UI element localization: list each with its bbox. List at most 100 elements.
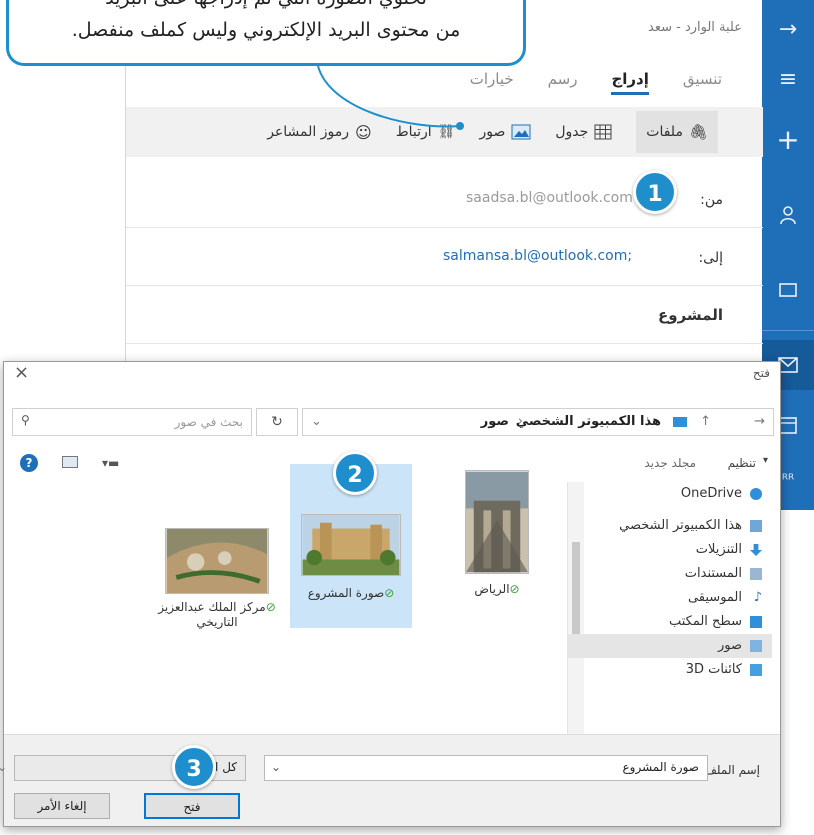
file-name: الرياض bbox=[474, 582, 510, 596]
music-icon: ♪ bbox=[753, 590, 762, 605]
pictures-button[interactable]: صور bbox=[479, 124, 531, 140]
nav-label: OneDrive bbox=[680, 486, 742, 501]
new-folder-button[interactable]: مجلد جديد bbox=[644, 456, 696, 470]
files-button[interactable]: 🖇 ملفات bbox=[636, 111, 718, 153]
nav-label: التنزيلات bbox=[695, 542, 742, 557]
subject-text[interactable]: المشروع bbox=[658, 306, 723, 324]
address-bar[interactable]: → ↑ هذا الكمبيوتر الشخصي ‹ صور ⌄ bbox=[302, 408, 774, 436]
to-value[interactable]: salmansa.bl@outlook.com; bbox=[443, 248, 632, 264]
tab-format[interactable]: تنسيق bbox=[683, 70, 722, 95]
file-king-abdulaziz-center[interactable]: ⊘مركز الملك عبدالعزيز التاريخي bbox=[156, 528, 278, 630]
project-image-thumbnail bbox=[301, 514, 401, 576]
picture-icon bbox=[511, 124, 531, 140]
tab-insert[interactable]: إدراج bbox=[611, 70, 649, 95]
pictures-label: صور bbox=[479, 124, 506, 140]
file-name: مركز الملك عبدالعزيز التاريخي bbox=[158, 600, 266, 629]
menu-icon[interactable]: ≡ bbox=[762, 55, 814, 105]
search-input[interactable]: بحث في صور ⚲ bbox=[12, 408, 252, 436]
nav-item-3d-objects[interactable]: كائنات 3D bbox=[568, 658, 772, 682]
table-label: جدول bbox=[555, 124, 589, 140]
riyadh-thumbnail bbox=[465, 470, 529, 574]
cancel-button[interactable]: إلغاء الأمر bbox=[14, 793, 110, 819]
search-placeholder: بحث في صور bbox=[174, 415, 243, 429]
address-parent[interactable]: هذا الكمبيوتر الشخصي bbox=[516, 414, 661, 429]
organize-menu[interactable]: تنظيم bbox=[728, 456, 756, 470]
dialog-footer: إسم الملف: صورة المشروع ⌄ كل الملفات ⌄ ف… bbox=[0, 734, 780, 826]
from-label: من: bbox=[700, 192, 723, 208]
filetype-dropdown-icon[interactable]: ⌄ bbox=[0, 760, 7, 774]
file-riyadh[interactable]: ⊘الرياض bbox=[436, 470, 558, 596]
nav-item-pictures[interactable]: صور bbox=[568, 634, 772, 658]
to-row: إلى: salmansa.bl@outlook.com; bbox=[126, 228, 763, 286]
filename-input[interactable]: صورة المشروع ⌄ bbox=[264, 755, 708, 781]
table-button[interactable]: جدول bbox=[555, 124, 612, 140]
history-dropdown-icon[interactable]: ⌄ bbox=[311, 414, 322, 429]
dialog-title: فتح bbox=[752, 366, 770, 380]
tab-options[interactable]: خيارات bbox=[470, 70, 514, 95]
synced-check-icon: ⊘ bbox=[509, 582, 520, 596]
person-icon[interactable] bbox=[762, 190, 814, 240]
nav-item-onedrive[interactable]: OneDrive bbox=[568, 482, 772, 506]
address-folder[interactable]: صور bbox=[481, 414, 509, 429]
nav-item-this-pc[interactable]: هذا الكمبيوتر الشخصي bbox=[568, 514, 772, 538]
callout-bubble: تحتوي الصورة التي تم إدراجها على البريد … bbox=[6, 0, 526, 66]
open-button[interactable]: فتح bbox=[144, 793, 240, 819]
cloud-icon bbox=[750, 488, 762, 500]
pictures-folder-icon bbox=[750, 640, 762, 652]
step-badge-2: 2 bbox=[333, 451, 377, 495]
nav-label: صور bbox=[717, 638, 742, 653]
view-options-icon[interactable]: ▾▬ bbox=[102, 456, 119, 470]
search-icon: ⚲ bbox=[21, 413, 30, 427]
synced-check-icon: ⊘ bbox=[384, 586, 395, 600]
organize-chevron-icon: ▾ bbox=[762, 455, 768, 466]
cube-icon bbox=[750, 664, 762, 676]
step-badge-1: 1 bbox=[633, 170, 677, 214]
folder-pictures-icon bbox=[673, 417, 687, 427]
nav-label: كائنات 3D bbox=[685, 662, 742, 677]
folder-icon[interactable] bbox=[762, 265, 814, 315]
close-icon[interactable]: × bbox=[14, 362, 29, 383]
files-label: ملفات bbox=[646, 124, 683, 140]
callout-line-2: من محتوى البريد الإلكتروني وليس كملف منف… bbox=[71, 19, 461, 41]
callout-pointer bbox=[317, 65, 464, 130]
desktop-icon bbox=[750, 616, 762, 628]
preview-pane-icon[interactable] bbox=[62, 456, 78, 468]
nav-label: الموسيقى bbox=[687, 590, 742, 605]
paperclip-icon: 🖇 bbox=[688, 123, 708, 141]
table-icon bbox=[594, 124, 612, 140]
filename-label: إسم الملف: bbox=[700, 763, 760, 777]
up-icon[interactable]: ↑ bbox=[700, 414, 711, 429]
mailbox-breadcrumb: علبة الوارد - سعد bbox=[648, 20, 742, 35]
open-file-dialog: فتح × → ↑ هذا الكمبيوتر الشخصي ‹ صور ⌄ ↻… bbox=[0, 361, 781, 827]
subject-row[interactable]: المشروع bbox=[126, 286, 763, 344]
navigation-pane: OneDrive هذا الكمبيوتر الشخصي التنزيلات … bbox=[567, 482, 772, 734]
download-icon bbox=[750, 544, 762, 556]
filename-value: صورة المشروع bbox=[622, 760, 700, 774]
nav-item-desktop[interactable]: سطح المكتب bbox=[568, 610, 772, 634]
help-icon[interactable]: ? bbox=[20, 454, 38, 472]
king-abdulaziz-center-thumbnail bbox=[165, 528, 269, 594]
nav-label: سطح المكتب bbox=[668, 614, 742, 629]
nav-item-music[interactable]: ♪ الموسيقى bbox=[568, 586, 772, 610]
back-icon[interactable]: → bbox=[754, 414, 765, 429]
nav-item-downloads[interactable]: التنزيلات bbox=[568, 538, 772, 562]
synced-check-icon: ⊘ bbox=[265, 600, 276, 614]
nav-label: هذا الكمبيوتر الشخصي bbox=[619, 518, 742, 533]
file-name: صورة المشروع bbox=[307, 586, 385, 600]
computer-icon bbox=[750, 520, 762, 532]
ribbon-tabs: تنسيق إدراج رسم خيارات bbox=[470, 70, 722, 95]
file-caption: ⊘صورة المشروع bbox=[290, 586, 412, 600]
to-label[interactable]: إلى: bbox=[698, 250, 723, 266]
file-caption: ⊘الرياض bbox=[436, 582, 558, 596]
callout-line-1: تحتوي الصورة التي تم إدراجها على البريد bbox=[9, 0, 523, 14]
tab-draw[interactable]: رسم bbox=[548, 70, 578, 95]
back-arrow-icon[interactable]: → bbox=[762, 5, 814, 55]
nav-item-documents[interactable]: المستندات bbox=[568, 562, 772, 586]
nav-label: المستندات bbox=[684, 566, 742, 581]
document-icon bbox=[750, 568, 762, 580]
refresh-button[interactable]: ↻ bbox=[256, 408, 298, 436]
new-mail-icon[interactable]: + bbox=[762, 115, 814, 165]
filename-dropdown-icon[interactable]: ⌄ bbox=[271, 760, 281, 774]
file-caption: ⊘مركز الملك عبدالعزيز التاريخي bbox=[156, 600, 278, 630]
from-value: saadsa.bl@outlook.com bbox=[466, 190, 633, 206]
